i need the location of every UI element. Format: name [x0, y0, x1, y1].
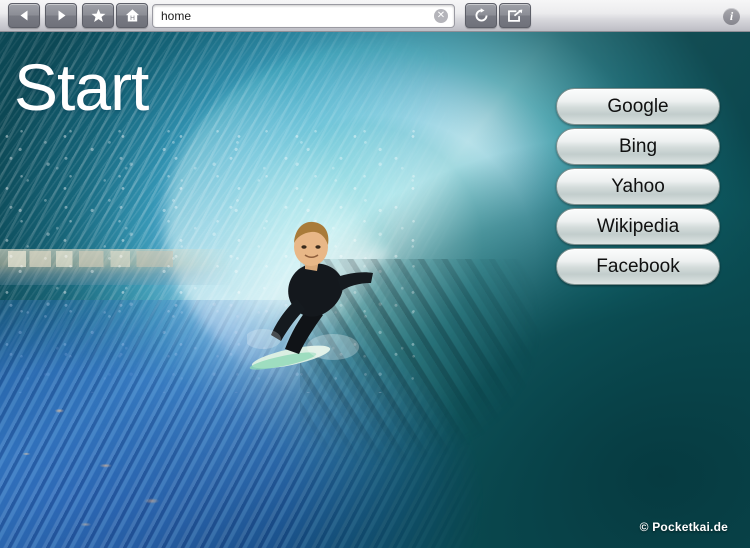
url-input[interactable]	[153, 5, 434, 27]
link-label: Wikipedia	[596, 215, 680, 237]
home-icon: H	[125, 8, 140, 23]
share-button[interactable]	[499, 3, 531, 28]
link-button-google[interactable]: Google	[556, 88, 720, 125]
clear-icon[interactable]: ✕	[434, 9, 448, 23]
back-button[interactable]	[8, 3, 40, 28]
link-label: Google	[607, 95, 669, 117]
link-label: Yahoo	[611, 175, 665, 197]
browser-toolbar: H ✕ i	[0, 0, 750, 32]
quick-links-panel: Google Bing Yahoo Wikipedia Facebook	[556, 88, 720, 285]
link-button-facebook[interactable]: Facebook	[556, 248, 720, 285]
svg-text:H: H	[130, 15, 135, 22]
reload-button[interactable]	[465, 3, 497, 28]
bookmarks-button[interactable]	[82, 3, 114, 28]
back-arrow-icon	[18, 9, 31, 22]
copyright-credit: © Pocketkai.de	[639, 520, 728, 534]
page-title: Start	[14, 50, 149, 124]
star-icon	[91, 8, 106, 23]
forward-arrow-icon	[55, 9, 68, 22]
water-reflection-flecks	[0, 351, 330, 548]
link-button-wikipedia[interactable]: Wikipedia	[556, 208, 720, 245]
link-button-bing[interactable]: Bing	[556, 128, 720, 165]
home-button[interactable]: H	[116, 3, 148, 28]
link-label: Facebook	[596, 255, 680, 277]
surfer-figure	[247, 221, 373, 370]
page-content: Start Google Bing Yahoo Wikipedia Facebo…	[0, 32, 750, 548]
link-label: Bing	[618, 135, 658, 157]
forward-button[interactable]	[45, 3, 77, 28]
info-button[interactable]: i	[723, 8, 740, 25]
browser-window: H ✕ i	[0, 0, 750, 548]
share-icon	[507, 9, 523, 23]
refresh-icon	[474, 8, 489, 23]
link-button-yahoo[interactable]: Yahoo	[556, 168, 720, 205]
address-bar[interactable]: ✕	[152, 4, 455, 28]
